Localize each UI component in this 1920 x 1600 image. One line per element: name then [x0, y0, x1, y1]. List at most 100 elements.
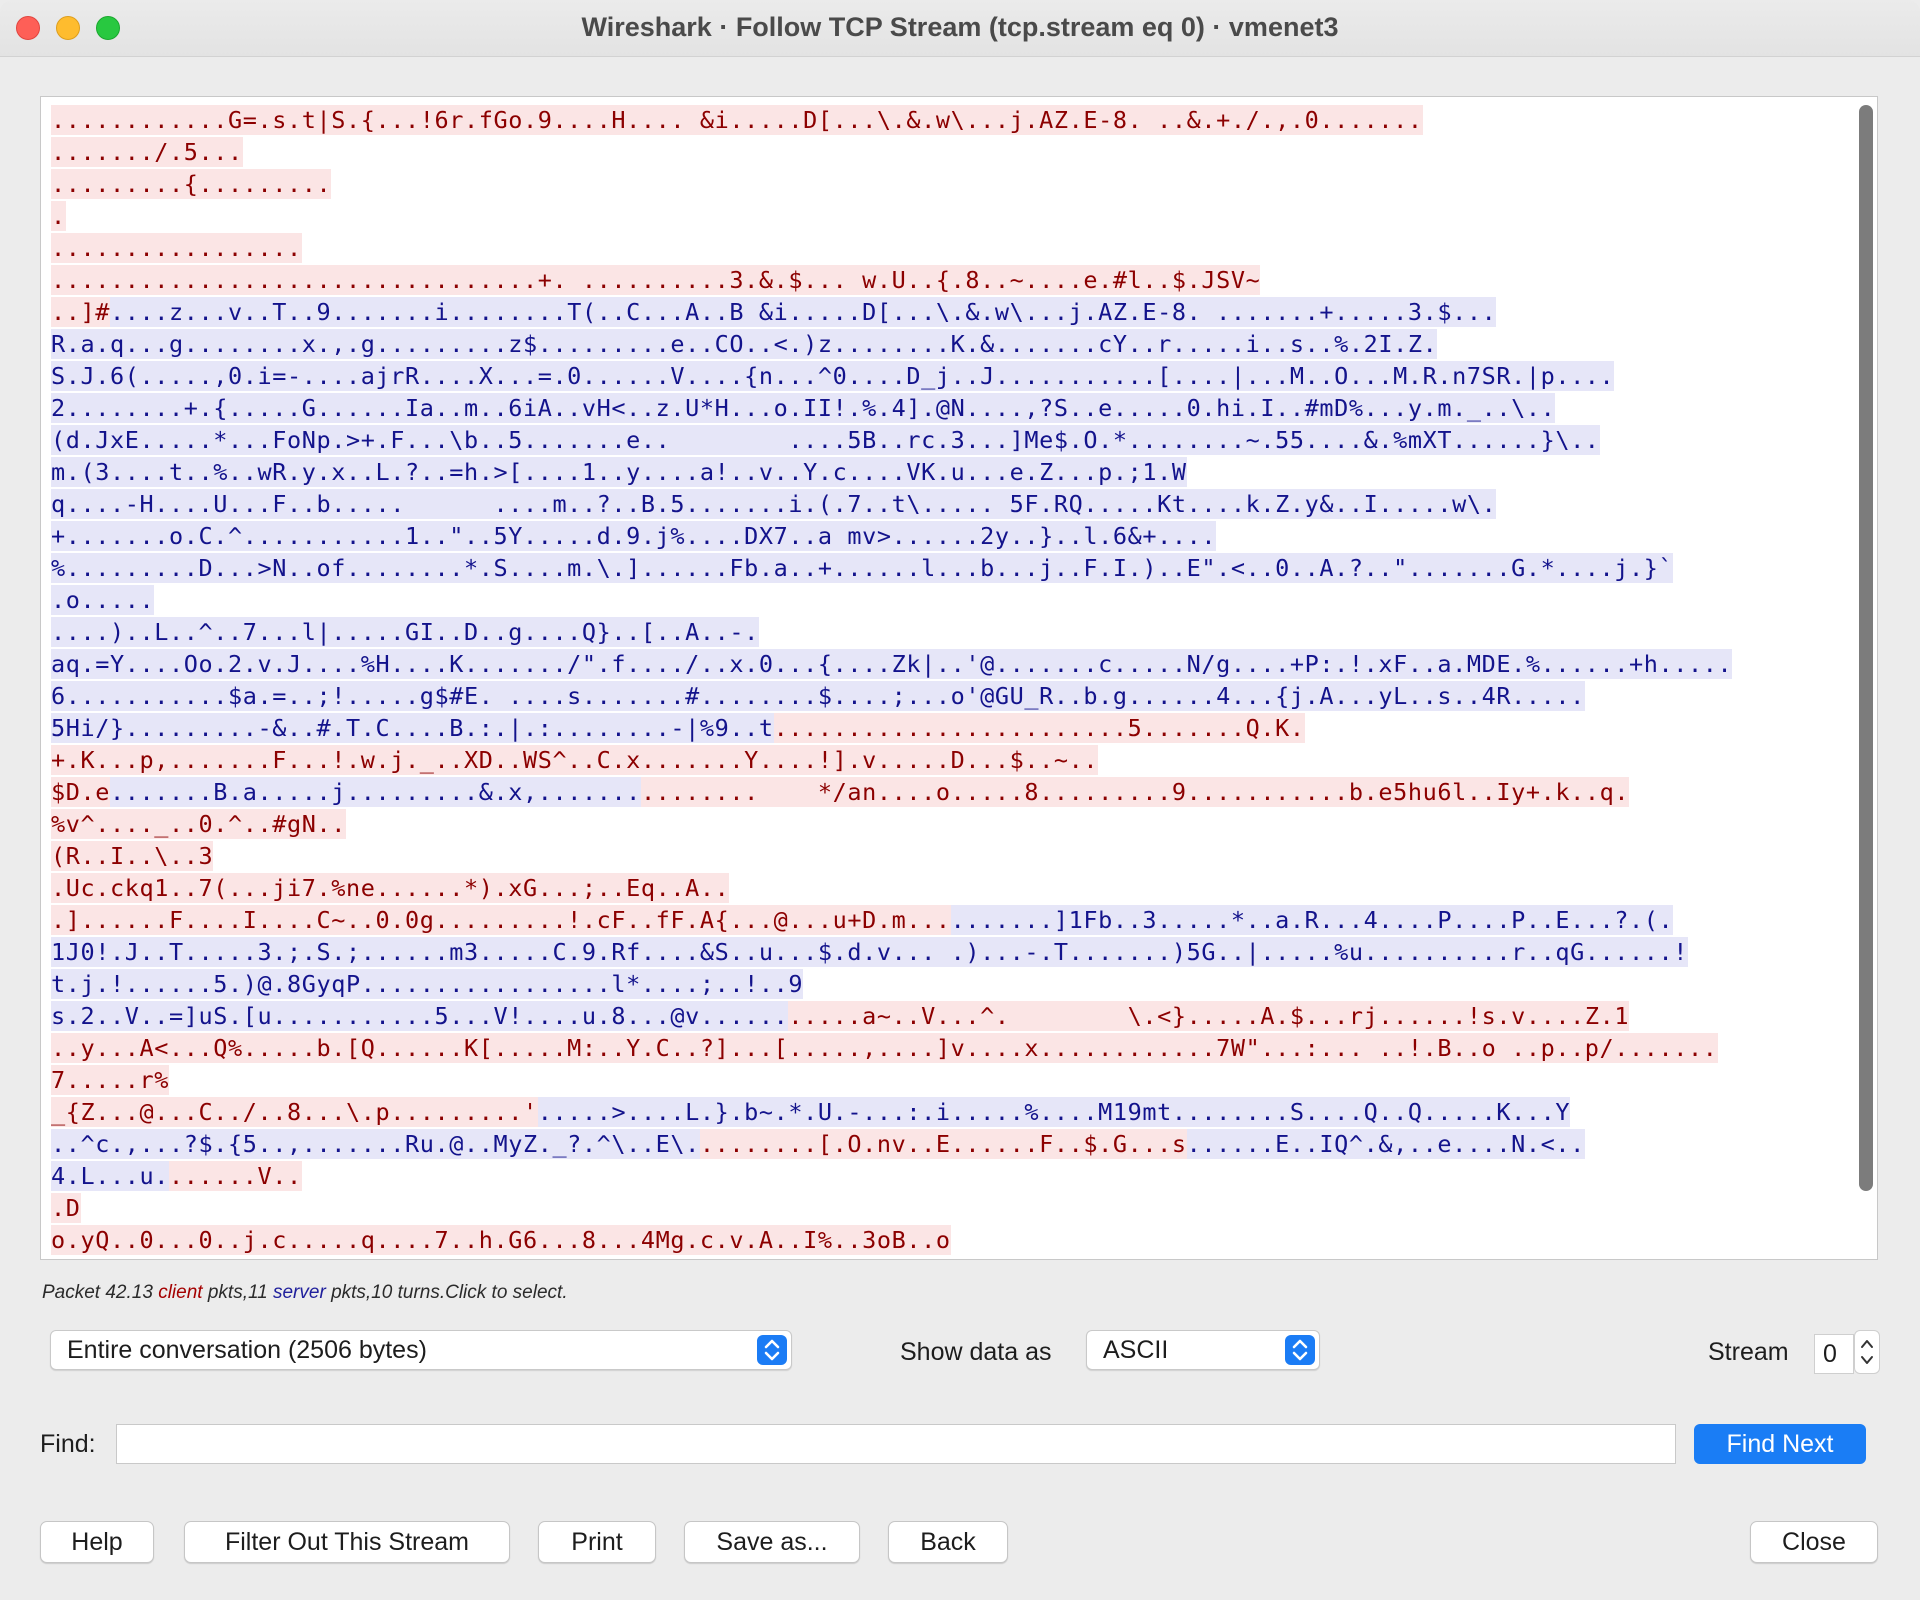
client-data-segment[interactable]: +.K...p,.......F...!.w.j._..XD..WS^..C.x…: [51, 745, 1099, 775]
follow-tcp-stream-window: Wireshark · Follow TCP Stream (tcp.strea…: [0, 0, 1920, 1600]
client-data-segment[interactable]: 7.....r%: [51, 1065, 169, 1095]
client-data-segment[interactable]: ......V..: [169, 1161, 302, 1191]
help-button[interactable]: Help: [40, 1521, 154, 1563]
client-data-segment[interactable]: .: [51, 201, 66, 231]
find-next-button[interactable]: Find Next: [1694, 1424, 1866, 1464]
stream-line: 2........+.{.....G......Ia..m..6iA..vH<.…: [51, 393, 1851, 425]
stream-stepper[interactable]: [1854, 1330, 1880, 1374]
stream-text[interactable]: ............G=.s.t|S.{...!6r.fGo.9....H.…: [51, 105, 1851, 1257]
stream-line: %v^...._..0.^..#gN..: [51, 809, 1851, 841]
stream-line: 7.....r%: [51, 1065, 1851, 1097]
chevron-updown-icon: [1285, 1335, 1315, 1365]
scrollbar-thumb[interactable]: [1859, 105, 1873, 1191]
stream-line: 6...........$a.=..;!.....g$#E. ....s....…: [51, 681, 1851, 713]
stream-line: m.(3....t..%..wR.y.x..L.?..=h.>[....1..y…: [51, 457, 1851, 489]
client-data-segment[interactable]: (R..I..\..3: [51, 841, 214, 871]
client-data-segment[interactable]: ......./.5...: [51, 137, 243, 167]
stream-content-view[interactable]: ............G=.s.t|S.{...!6r.fGo.9....H.…: [40, 96, 1878, 1260]
client-data-segment[interactable]: ........[.O.nv..E......F..$.G...s: [699, 1129, 1187, 1159]
stream-line: (R..I..\..3: [51, 841, 1851, 873]
client-data-segment[interactable]: o.yQ..0...0..j.c.....q....7..h.G6...8...…: [51, 1225, 951, 1255]
client-data-segment[interactable]: .....a~..V...^. \.<}.....A.$...rj......!…: [788, 1001, 1630, 1031]
stream-line: aq.=Y....Oo.2.v.J....%H....K......./".f.…: [51, 649, 1851, 681]
conversation-select[interactable]: Entire conversation (2506 bytes): [50, 1330, 792, 1370]
stream-line: q....-H....U...F..b..... ....m..?..B.5..…: [51, 489, 1851, 521]
server-data-segment[interactable]: ....z...v..T..9.......i........T(..C...A…: [110, 297, 1497, 327]
server-data-segment[interactable]: .......B.a.....j.........&.x,.......: [110, 777, 641, 807]
server-data-segment[interactable]: 2........+.{.....G......Ia..m..6iA..vH<.…: [51, 393, 1556, 423]
server-data-segment[interactable]: ......E..IQ^.&,..e....N.<..: [1186, 1129, 1585, 1159]
client-data-segment[interactable]: .Uc.ckq1..7(...ji7.%ne......*).xG...;..E…: [51, 873, 730, 903]
server-data-segment[interactable]: S.J.6(.....,0.i=-....ajrR....X...=.0....…: [51, 361, 1615, 391]
stream-line: _{Z...@...C../..8...\.p.........'.....>.…: [51, 1097, 1851, 1129]
server-data-segment[interactable]: .....>....L.}.b~.*.U.-...:.i.....%....M1…: [537, 1097, 1571, 1127]
stream-line: ............G=.s.t|S.{...!6r.fGo.9....H.…: [51, 105, 1851, 137]
close-button[interactable]: Close: [1750, 1521, 1878, 1563]
client-data-segment[interactable]: ..]#: [51, 297, 110, 327]
server-data-segment[interactable]: m.(3....t..%..wR.y.x..L.?..=h.>[....1..y…: [51, 457, 1187, 487]
server-data-segment[interactable]: (d.JxE.....*...FoNp.>+.F...\b..5.......e…: [51, 425, 1600, 455]
status-prefix: Packet 42.: [42, 1282, 132, 1303]
stepper-arrows-icon: [1861, 1340, 1873, 1364]
conversation-select-value: Entire conversation (2506 bytes): [67, 1336, 427, 1364]
stream-line: .................: [51, 233, 1851, 265]
client-data-segment[interactable]: .................................+. ....…: [51, 265, 1261, 295]
show-data-select[interactable]: ASCII: [1086, 1330, 1320, 1370]
server-data-segment[interactable]: s.2..V..=]uS.[u...........5...V!....u.8.…: [51, 1001, 789, 1031]
stream-line: .]......F....I....C~..0.0g.........!.cF.…: [51, 905, 1851, 937]
server-data-segment[interactable]: ..^c.,...?$.{5..,.......Ru.@..MyZ._?.^\.…: [51, 1129, 700, 1159]
stream-line: S.J.6(.....,0.i=-....ajrR....X...=.0....…: [51, 361, 1851, 393]
server-data-segment[interactable]: %.........D...>N..of........*.S....m.\.]…: [51, 553, 1674, 583]
server-data-segment[interactable]: aq.=Y....Oo.2.v.J....%H....K......./".f.…: [51, 649, 1733, 679]
server-data-segment[interactable]: 4.L...u.: [51, 1161, 169, 1191]
stream-line: t.j.!......5.)@.8GyqP.................l*…: [51, 969, 1851, 1001]
title-bar: Wireshark · Follow TCP Stream (tcp.strea…: [0, 0, 1920, 57]
stream-line: .: [51, 201, 1851, 233]
server-data-segment[interactable]: q....-H....U...F..b..... ....m..?..B.5..…: [51, 489, 1497, 519]
client-data-segment[interactable]: .]......F....I....C~..0.0g.........!.cF.…: [51, 905, 951, 935]
server-data-segment[interactable]: 6...........$a.=..;!.....g$#E. ....s....…: [51, 681, 1585, 711]
vertical-scrollbar[interactable]: [1859, 105, 1873, 1251]
stream-line: %.........D...>N..of........*.S....m.\.]…: [51, 553, 1851, 585]
stream-line: o.yQ..0...0..j.c.....q....7..h.G6...8...…: [51, 1225, 1851, 1257]
stream-line: R.a.q...g........x.,.g.........z$.......…: [51, 329, 1851, 361]
client-data-segment[interactable]: ..y...A<...Q%.....b.[Q......K[.....M:..Y…: [51, 1033, 1718, 1063]
stream-line: .Uc.ckq1..7(...ji7.%ne......*).xG...;..E…: [51, 873, 1851, 905]
stream-line: (d.JxE.....*...FoNp.>+.F...\b..5.......e…: [51, 425, 1851, 457]
stream-line: ..]#....z...v..T..9.......i........T(..C…: [51, 297, 1851, 329]
stream-number-field[interactable]: 0: [1814, 1334, 1854, 1374]
stream-line: 1J0!.J..T.....3.;.S.;......m3.....C.9.Rf…: [51, 937, 1851, 969]
server-data-segment[interactable]: 1J0!.J..T.....3.;.S.;......m3.....C.9.Rf…: [51, 937, 1689, 967]
server-data-segment[interactable]: .o.....: [51, 585, 155, 615]
client-data-segment[interactable]: %v^...._..0.^..#gN..: [51, 809, 346, 839]
server-data-segment[interactable]: 5Hi/}.........-&..#.T.C....B.:.|.:......…: [51, 713, 774, 743]
stream-line: $D.e.......B.a.....j.........&.x,.......…: [51, 777, 1851, 809]
back-button[interactable]: Back: [888, 1521, 1008, 1563]
status-mid: pkts,11: [207, 1282, 268, 1303]
stream-line: 4.L...u.......V..: [51, 1161, 1851, 1193]
stream-line: .................................+. ....…: [51, 265, 1851, 297]
save-as-button[interactable]: Save as...: [684, 1521, 860, 1563]
server-data-segment[interactable]: +.......o.C.^...........1.."..5Y.....d.9…: [51, 521, 1217, 551]
server-data-segment[interactable]: ....)..L..^..7...l|.....GI..D..g....Q}..…: [51, 617, 759, 647]
server-data-segment[interactable]: .......]1Fb..3.....*..a.R...4....P....P.…: [950, 905, 1674, 935]
print-button[interactable]: Print: [538, 1521, 656, 1563]
client-data-segment[interactable]: .................: [51, 233, 302, 263]
client-data-segment[interactable]: ........ */an....o.....8.........9......…: [640, 777, 1630, 807]
stream-line: .o.....: [51, 585, 1851, 617]
stream-line: +.K...p,.......F...!.w.j._..XD..WS^..C.x…: [51, 745, 1851, 777]
status-server-label[interactable]: server: [273, 1282, 326, 1303]
status-client-label[interactable]: client: [158, 1282, 202, 1303]
find-input[interactable]: [116, 1424, 1676, 1464]
client-data-segment[interactable]: _{Z...@...C../..8...\.p.........': [51, 1097, 538, 1127]
server-data-segment[interactable]: R.a.q...g........x.,.g.........z$.......…: [51, 329, 1438, 359]
client-data-segment[interactable]: ............G=.s.t|S.{...!6r.fGo.9....H.…: [51, 105, 1423, 135]
stream-line: 5Hi/}.........-&..#.T.C....B.:.|.:......…: [51, 713, 1851, 745]
show-data-select-value: ASCII: [1103, 1336, 1169, 1364]
client-data-segment[interactable]: .........{.........: [51, 169, 332, 199]
client-data-segment[interactable]: ........................5.......Q.K.: [773, 713, 1305, 743]
server-data-segment[interactable]: t.j.!......5.)@.8GyqP.................l*…: [51, 969, 804, 999]
client-data-segment[interactable]: $D.e: [51, 777, 110, 807]
client-data-segment[interactable]: .D: [51, 1193, 81, 1223]
filter-out-stream-button[interactable]: Filter Out This Stream: [184, 1521, 510, 1563]
